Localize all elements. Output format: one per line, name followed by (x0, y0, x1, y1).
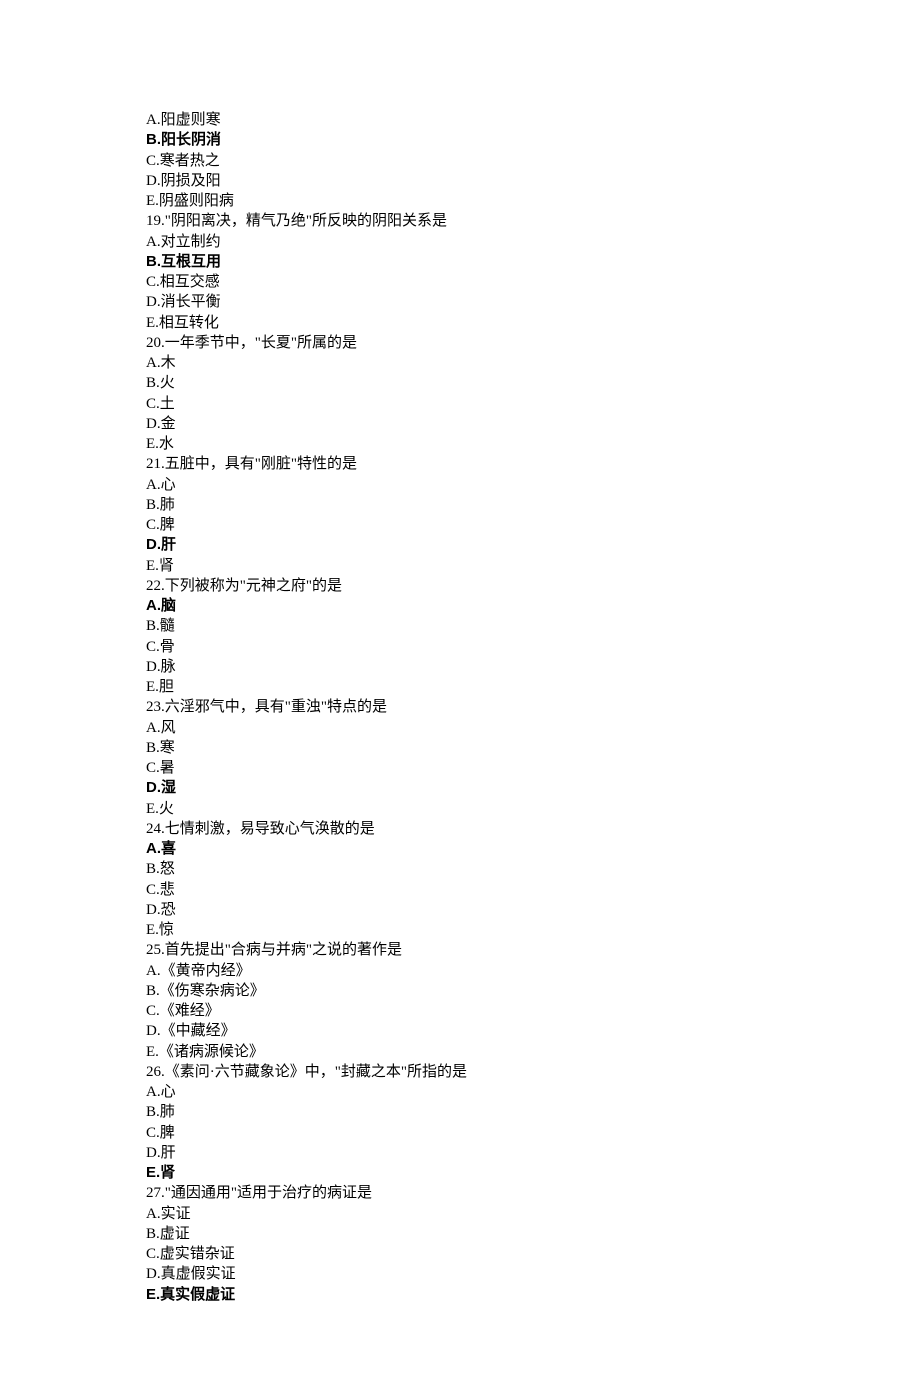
text-line: D.脉 (146, 657, 920, 677)
text-line: C.寒者热之 (146, 151, 920, 171)
text-line: C.骨 (146, 637, 920, 657)
text-line: B.《伤寒杂病论》 (146, 981, 920, 1001)
text-line: 22.下列被称为"元神之府"的是 (146, 576, 920, 596)
text-line: A.心 (146, 1082, 920, 1102)
text-line: B.火 (146, 373, 920, 393)
text-line: A.《黄帝内经》 (146, 961, 920, 981)
text-line: D.肝 (146, 1143, 920, 1163)
text-line: 20.一年季节中，"长夏"所属的是 (146, 333, 920, 353)
text-line: D.阴损及阳 (146, 171, 920, 191)
text-line: E.水 (146, 434, 920, 454)
text-line: 27."通因通用"适用于治疗的病证是 (146, 1183, 920, 1203)
text-line: B.虚证 (146, 1224, 920, 1244)
text-line: A.喜 (146, 839, 920, 859)
text-line: D.湿 (146, 778, 920, 798)
text-line: E.火 (146, 799, 920, 819)
text-line: C.暑 (146, 758, 920, 778)
text-line: A.阳虚则寒 (146, 110, 920, 130)
text-line: B.互根互用 (146, 252, 920, 272)
text-line: D.恐 (146, 900, 920, 920)
text-line: A.心 (146, 475, 920, 495)
text-line: B.阳长阴消 (146, 130, 920, 150)
text-line: C.土 (146, 394, 920, 414)
text-line: 19."阴阳离决，精气乃绝"所反映的阴阳关系是 (146, 211, 920, 231)
text-line: C.虚实错杂证 (146, 1244, 920, 1264)
text-line: E.惊 (146, 920, 920, 940)
text-line: 23.六淫邪气中，具有"重浊"特点的是 (146, 697, 920, 717)
text-line: A.实证 (146, 1204, 920, 1224)
text-line: C.脾 (146, 1123, 920, 1143)
text-line: C.悲 (146, 880, 920, 900)
text-line: E.阴盛则阳病 (146, 191, 920, 211)
text-line: B.寒 (146, 738, 920, 758)
text-line: B.髓 (146, 616, 920, 636)
text-line: 24.七情刺激，易导致心气涣散的是 (146, 819, 920, 839)
text-line: E.肾 (146, 556, 920, 576)
text-line: C.《难经》 (146, 1001, 920, 1021)
text-line: D.肝 (146, 535, 920, 555)
text-line: E.相互转化 (146, 313, 920, 333)
text-line: 26.《素问·六节藏象论》中，"封藏之本"所指的是 (146, 1062, 920, 1082)
text-line: C.相互交感 (146, 272, 920, 292)
text-line: E.胆 (146, 677, 920, 697)
text-line: B.肺 (146, 495, 920, 515)
text-line: B.怒 (146, 859, 920, 879)
text-line: A.对立制约 (146, 232, 920, 252)
text-line: A.脑 (146, 596, 920, 616)
text-line: A.风 (146, 718, 920, 738)
text-line: A.木 (146, 353, 920, 373)
text-line: E.肾 (146, 1163, 920, 1183)
text-line: D.《中藏经》 (146, 1021, 920, 1041)
text-line: 21.五脏中，具有"刚脏"特性的是 (146, 454, 920, 474)
text-line: B.肺 (146, 1102, 920, 1122)
text-line: D.金 (146, 414, 920, 434)
document-content: A.阳虚则寒B.阳长阴消C.寒者热之D.阴损及阳E.阴盛则阳病19."阴阳离决，… (146, 110, 920, 1305)
text-line: C.脾 (146, 515, 920, 535)
text-line: D.消长平衡 (146, 292, 920, 312)
text-line: D.真虚假实证 (146, 1264, 920, 1284)
text-line: 25.首先提出"合病与并病"之说的著作是 (146, 940, 920, 960)
text-line: E.《诸病源候论》 (146, 1042, 920, 1062)
